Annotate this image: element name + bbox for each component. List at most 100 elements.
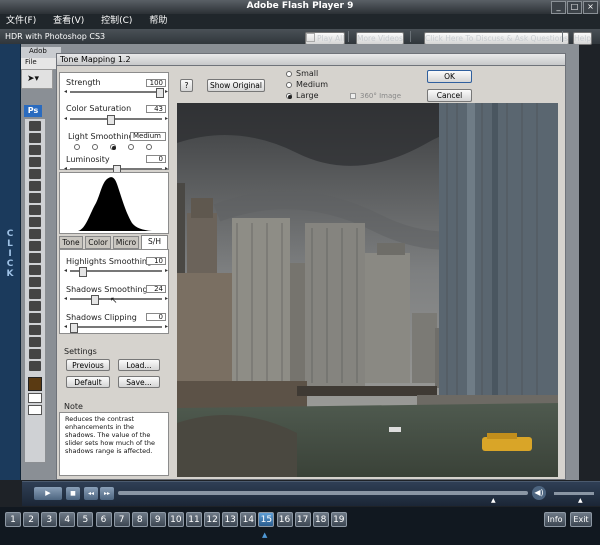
tab-sh[interactable]: S/H bbox=[141, 235, 168, 250]
color-saturation-value[interactable]: 43 bbox=[146, 105, 166, 113]
light-smoothing-radio-1[interactable] bbox=[74, 144, 80, 150]
marquee-tool-icon[interactable] bbox=[29, 121, 41, 131]
show-original-button[interactable]: Show Original bbox=[207, 79, 265, 92]
zoom-tool-icon[interactable] bbox=[29, 361, 41, 371]
strength-slider[interactable]: ◂ ▸ bbox=[64, 88, 168, 98]
previous-button[interactable]: Previous bbox=[66, 359, 110, 371]
increase-arrow-icon[interactable]: ▸ bbox=[165, 88, 168, 95]
forward-button[interactable]: ▸▸ bbox=[100, 487, 114, 500]
path-select-icon[interactable] bbox=[29, 301, 41, 311]
decrease-arrow-icon[interactable]: ◂ bbox=[64, 323, 67, 330]
decrease-arrow-icon[interactable]: ◂ bbox=[64, 88, 67, 95]
chapter-button-6[interactable]: 6 bbox=[95, 512, 112, 527]
menu-view[interactable]: 查看(V) bbox=[53, 16, 84, 26]
size-large-radio[interactable] bbox=[286, 93, 292, 99]
luminosity-value[interactable]: 0 bbox=[146, 155, 166, 163]
chapter-button-9[interactable]: 9 bbox=[149, 512, 166, 527]
chapter-button-10[interactable]: 10 bbox=[167, 512, 184, 527]
preview-image[interactable] bbox=[177, 103, 558, 477]
chapter-button-3[interactable]: 3 bbox=[41, 512, 58, 527]
save-settings-button[interactable]: Save... bbox=[118, 376, 160, 388]
hand-tool-icon[interactable] bbox=[29, 349, 41, 359]
shadows-clipping-slider[interactable]: ◂ ▸ bbox=[64, 323, 168, 333]
brush-tool-icon[interactable] bbox=[29, 193, 41, 203]
chapter-button-18[interactable]: 18 bbox=[312, 512, 329, 527]
default-button[interactable]: Default bbox=[66, 376, 110, 388]
chapter-button-15[interactable]: 15 bbox=[258, 512, 275, 527]
decrease-arrow-icon[interactable]: ◂ bbox=[64, 267, 67, 274]
type-tool-icon[interactable] bbox=[29, 289, 41, 299]
chapter-button-4[interactable]: 4 bbox=[59, 512, 76, 527]
shape-tool-icon[interactable] bbox=[29, 313, 41, 323]
highlights-smoothing-slider[interactable]: ◂ ▸ bbox=[64, 267, 168, 277]
help-question-button[interactable]: ? bbox=[180, 79, 193, 92]
chapter-button-13[interactable]: 13 bbox=[222, 512, 239, 527]
chapter-button-8[interactable]: 8 bbox=[131, 512, 148, 527]
close-button[interactable]: × bbox=[583, 1, 598, 14]
light-smoothing-radio-4[interactable] bbox=[128, 144, 134, 150]
chapter-button-19[interactable]: 19 bbox=[330, 512, 347, 527]
stop-button[interactable]: ■ bbox=[66, 487, 80, 500]
notes-tool-icon[interactable] bbox=[29, 325, 41, 335]
photoshop-menu-file[interactable]: File bbox=[21, 58, 61, 69]
increase-arrow-icon[interactable]: ▸ bbox=[165, 165, 168, 172]
foreground-color-swatch[interactable] bbox=[28, 377, 42, 391]
volume-slider[interactable] bbox=[554, 492, 594, 495]
light-smoothing-radio-5[interactable] bbox=[146, 144, 152, 150]
menu-file[interactable]: 文件(F) bbox=[6, 16, 36, 26]
slider-thumb[interactable] bbox=[78, 267, 87, 277]
gradient-tool-icon[interactable] bbox=[29, 241, 41, 251]
image-360-option[interactable]: 360° Image bbox=[350, 92, 410, 102]
slider-thumb[interactable] bbox=[106, 115, 115, 125]
load-button[interactable]: Load... bbox=[118, 359, 160, 371]
magic-wand-icon[interactable] bbox=[29, 145, 41, 155]
chapter-button-2[interactable]: 2 bbox=[23, 512, 40, 527]
decrease-arrow-icon[interactable]: ◂ bbox=[64, 115, 67, 122]
color-saturation-slider[interactable]: ◂ ▸ bbox=[64, 115, 168, 125]
lasso-tool-icon[interactable] bbox=[29, 133, 41, 143]
decrease-arrow-icon[interactable]: ◂ bbox=[64, 165, 67, 172]
history-brush-icon[interactable] bbox=[29, 217, 41, 227]
info-button[interactable]: Info bbox=[544, 512, 566, 527]
menu-control[interactable]: 控制(C) bbox=[101, 16, 132, 26]
rewind-button[interactable]: ◂◂ bbox=[84, 487, 98, 500]
move-tool-options[interactable]: ➤▾ bbox=[21, 69, 53, 89]
chapter-button-5[interactable]: 5 bbox=[77, 512, 94, 527]
healing-brush-icon[interactable] bbox=[29, 181, 41, 191]
increase-arrow-icon[interactable]: ▸ bbox=[165, 267, 168, 274]
image-360-checkbox[interactable] bbox=[350, 93, 356, 99]
tab-color[interactable]: Color bbox=[85, 236, 111, 249]
light-smoothing-radio-2[interactable] bbox=[92, 144, 98, 150]
volume-icon[interactable]: ◀) bbox=[532, 486, 546, 500]
chapter-button-12[interactable]: 12 bbox=[204, 512, 221, 527]
slider-track[interactable] bbox=[70, 91, 162, 93]
chapter-button-7[interactable]: 7 bbox=[113, 512, 130, 527]
size-medium-radio[interactable] bbox=[286, 82, 292, 88]
play-button[interactable]: ▶ bbox=[34, 487, 62, 500]
dodge-tool-icon[interactable] bbox=[29, 265, 41, 275]
crop-tool-icon[interactable] bbox=[29, 157, 41, 167]
cancel-button[interactable]: Cancel bbox=[427, 89, 472, 102]
seek-track[interactable] bbox=[118, 491, 528, 495]
eyedropper-icon[interactable] bbox=[29, 337, 41, 347]
increase-arrow-icon[interactable]: ▸ bbox=[165, 115, 168, 122]
increase-arrow-icon[interactable]: ▸ bbox=[165, 323, 168, 330]
slider-track[interactable] bbox=[70, 118, 162, 120]
decrease-arrow-icon[interactable]: ◂ bbox=[64, 295, 67, 302]
slider-thumb[interactable] bbox=[156, 88, 164, 98]
clone-stamp-icon[interactable] bbox=[29, 205, 41, 215]
strength-value[interactable]: 100 bbox=[146, 79, 166, 87]
chapter-button-1[interactable]: 1 bbox=[5, 512, 21, 527]
slider-thumb[interactable] bbox=[90, 295, 99, 305]
quick-mask-icon[interactable] bbox=[28, 393, 42, 403]
screen-mode-icon[interactable] bbox=[28, 405, 42, 415]
chapter-button-14[interactable]: 14 bbox=[240, 512, 257, 527]
pen-tool-icon[interactable] bbox=[29, 277, 41, 287]
light-smoothing-radio-3[interactable] bbox=[110, 144, 116, 150]
click-strip[interactable]: CLICK bbox=[0, 44, 21, 480]
slider-thumb[interactable] bbox=[70, 323, 78, 333]
chapter-button-11[interactable]: 11 bbox=[186, 512, 202, 527]
chapter-button-16[interactable]: 16 bbox=[276, 512, 293, 527]
exit-button[interactable]: Exit bbox=[570, 512, 592, 527]
shadows-clipping-value[interactable]: 0 bbox=[146, 313, 166, 321]
